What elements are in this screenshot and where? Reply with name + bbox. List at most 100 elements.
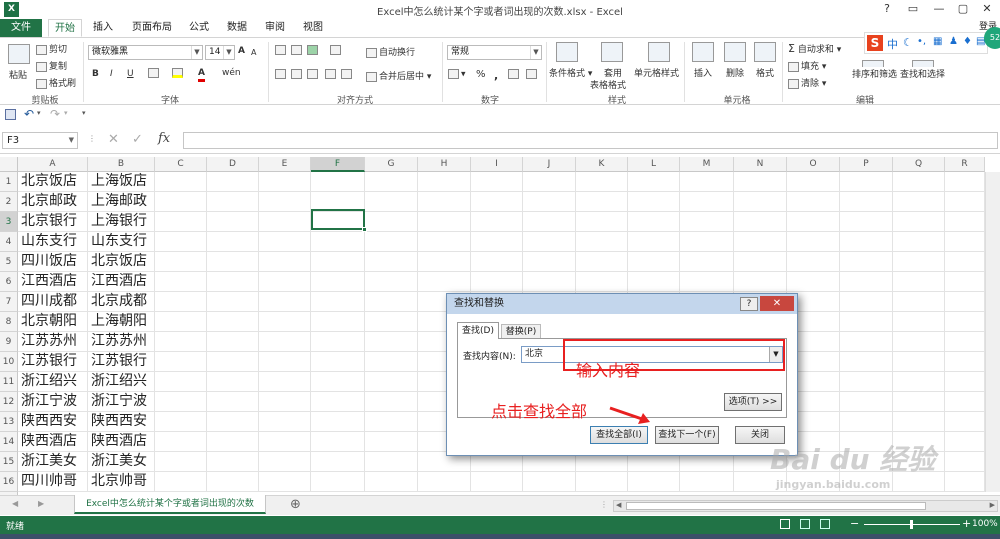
align-top-button[interactable] (275, 45, 288, 56)
autosum-button[interactable]: Σ 自动求和 ▾ (788, 42, 841, 55)
column-header-b[interactable]: B (88, 157, 155, 172)
avatar[interactable]: 52 (984, 27, 1000, 49)
merge-center-button[interactable]: 合并后居中 ▾ (366, 69, 431, 82)
zoom-in-icon[interactable]: + (962, 517, 971, 530)
cell-b16[interactable]: 北京帅哥 (88, 472, 155, 492)
cell-b7[interactable]: 北京成都 (88, 292, 155, 312)
column-header-a[interactable]: A (18, 157, 88, 172)
zoom-out-icon[interactable]: − (850, 517, 859, 530)
column-header-o[interactable]: O (787, 157, 840, 172)
number-format-combo[interactable]: 常规 ▼ (447, 45, 542, 60)
cell-a5[interactable]: 四川饭店 (18, 252, 88, 272)
cell-a8[interactable]: 北京朝阳 (18, 312, 88, 332)
cell-a2[interactable]: 北京邮政 (18, 192, 88, 212)
row-header[interactable]: 9 (0, 332, 18, 352)
format-painter-button[interactable]: 格式刷 (36, 76, 76, 89)
confirm-entry-icon[interactable]: ✓ (132, 132, 143, 147)
tab-formulas[interactable]: 公式 (184, 19, 214, 37)
user-icon[interactable]: ♟ (949, 36, 958, 47)
active-cell-f3[interactable] (311, 209, 365, 230)
column-header-f[interactable]: F (311, 157, 365, 172)
fill-button[interactable]: 填充 ▾ (788, 59, 826, 72)
redo-icon[interactable]: ↷ (50, 107, 60, 121)
cell-a11[interactable]: 浙江绍兴 (18, 372, 88, 392)
redo-dropdown-icon[interactable]: ▾ (64, 109, 68, 117)
increase-indent-button[interactable] (341, 69, 354, 80)
scroll-left-icon[interactable]: ◀ (616, 501, 621, 509)
tab-find[interactable]: 查找(D) (457, 322, 499, 339)
select-all-corner[interactable] (0, 157, 18, 172)
undo-icon[interactable]: ↶ (24, 107, 34, 121)
row-header[interactable]: 3 (0, 212, 18, 232)
zoom-level[interactable]: 100% (972, 519, 998, 529)
tab-data[interactable]: 数据 (222, 19, 252, 37)
column-header-q[interactable]: Q (893, 157, 945, 172)
cell-a15[interactable]: 浙江美女 (18, 452, 88, 472)
cell-b8[interactable]: 上海朝阳 (88, 312, 155, 332)
cell-a1[interactable]: 北京饭店 (18, 172, 88, 192)
cell-a3[interactable]: 北京银行 (18, 212, 88, 232)
options-button[interactable]: 选项(T) >> (724, 393, 782, 411)
italic-button[interactable]: I (110, 69, 113, 79)
tab-home[interactable]: 开始 (48, 19, 82, 37)
keyboard-icon[interactable]: ▦ (933, 36, 942, 47)
column-header-l[interactable]: L (628, 157, 680, 172)
column-header-e[interactable]: E (259, 157, 311, 172)
cell-a7[interactable]: 四川成都 (18, 292, 88, 312)
cell-styles-button[interactable]: 单元格样式 (634, 66, 679, 79)
row-header[interactable]: 2 (0, 192, 18, 212)
column-header-c[interactable]: C (155, 157, 207, 172)
clear-button[interactable]: 清除 ▾ (788, 76, 826, 89)
find-next-button[interactable]: 查找下一个(F) (655, 426, 719, 444)
borders-button[interactable] (148, 68, 161, 79)
sheet-tab-active[interactable]: Excel中怎么统计某个字或者词出现的次数 (74, 495, 266, 514)
shrink-font-button[interactable]: A (251, 48, 256, 57)
ime-language-toggle[interactable]: 中 (887, 36, 898, 52)
cell-b14[interactable]: 陕西酒店 (88, 432, 155, 452)
cell-b13[interactable]: 陕西西安 (88, 412, 155, 432)
cell-b12[interactable]: 浙江宁波 (88, 392, 155, 412)
tab-replace[interactable]: 替换(P) (501, 324, 541, 339)
wrap-text-button[interactable]: 自动换行 (366, 45, 415, 58)
row-header[interactable]: 7 (0, 292, 18, 312)
minimize-button[interactable]: — (926, 0, 952, 19)
conditional-format-button[interactable]: 条件格式 ▾ (549, 66, 592, 79)
font-name-combo[interactable]: 微软雅黑 ▼ (88, 45, 203, 60)
increase-decimal-button[interactable] (508, 69, 521, 80)
row-header[interactable]: 10 (0, 352, 18, 372)
next-sheet-icon[interactable]: ▶ (38, 499, 44, 508)
cell-b4[interactable]: 山东支行 (88, 232, 155, 252)
copy-button[interactable]: 复制 (36, 59, 67, 72)
underline-button[interactable]: U (127, 69, 134, 79)
skin-icon[interactable]: ♦ (963, 36, 972, 47)
add-sheet-icon[interactable]: ⊕ (290, 497, 301, 512)
tab-view[interactable]: 视图 (298, 19, 328, 37)
undo-dropdown-icon[interactable]: ▾ (37, 109, 41, 117)
name-box[interactable]: F3 ▼ (2, 132, 78, 149)
formula-input[interactable] (183, 132, 998, 149)
bold-button[interactable]: B (92, 69, 99, 79)
row-header[interactable]: 1 (0, 172, 18, 192)
percent-button[interactable]: % (476, 69, 486, 80)
cell-a16[interactable]: 四川帅哥 (18, 472, 88, 492)
row-header[interactable]: 12 (0, 392, 18, 412)
column-header-m[interactable]: M (680, 157, 734, 172)
column-header-d[interactable]: D (207, 157, 259, 172)
column-header-k[interactable]: K (576, 157, 628, 172)
cell-a6[interactable]: 江西酒店 (18, 272, 88, 292)
grow-font-button[interactable]: A (238, 46, 245, 56)
paste-icon[interactable] (8, 44, 30, 64)
tab-insert[interactable]: 插入 (88, 19, 118, 37)
row-header[interactable]: 14 (0, 432, 18, 452)
format-cells-button[interactable]: 格式 (756, 66, 774, 79)
column-header-g[interactable]: G (365, 157, 418, 172)
sort-filter-button[interactable]: 排序和筛选 (852, 67, 898, 80)
dialog-close-button[interactable]: ✕ (760, 296, 794, 311)
cell-a13[interactable]: 陕西西安 (18, 412, 88, 432)
page-layout-view-icon[interactable] (800, 519, 810, 529)
cell-a9[interactable]: 江苏苏州 (18, 332, 88, 352)
save-icon[interactable] (5, 109, 16, 120)
page-break-view-icon[interactable] (820, 519, 830, 529)
dialog-help-button[interactable]: ? (740, 297, 758, 311)
currency-button[interactable]: ▾ (448, 69, 466, 80)
